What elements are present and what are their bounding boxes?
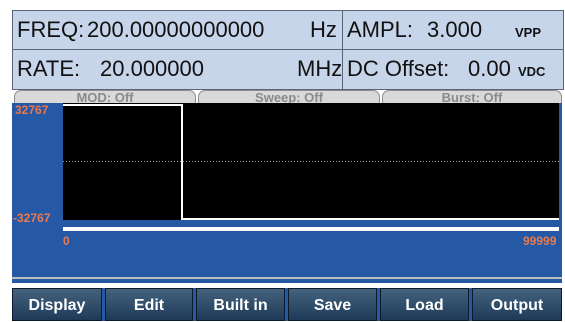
save-button[interactable]: Save xyxy=(288,288,377,321)
waveform-trace-svg xyxy=(63,104,559,220)
waveform-display: 32767 -32767 0 99999 xyxy=(12,103,562,283)
square-wave-trace xyxy=(63,104,559,220)
ampl-unit: VPP xyxy=(515,25,542,40)
softkey-bar: Display Edit Built in Save Load Output xyxy=(12,288,562,321)
x-axis-bar xyxy=(63,227,559,231)
rate-value[interactable]: 20.000000 xyxy=(100,50,204,88)
dc-offset-label: DC Offset: xyxy=(347,56,450,81)
freq-label: FREQ: xyxy=(17,17,85,42)
x-axis-max-label: 99999 xyxy=(523,234,557,248)
y-axis-min-label: -32767 xyxy=(13,211,51,225)
rate-label: RATE: xyxy=(17,56,81,81)
ampl-label: AMPL: xyxy=(347,17,414,42)
load-button[interactable]: Load xyxy=(380,288,469,321)
parameter-readout: FREQ: 200.00000000000 Hz AMPL: 3.000 VPP… xyxy=(12,10,564,90)
built-in-button[interactable]: Built in xyxy=(196,288,285,321)
readout-row-frequency: FREQ: 200.00000000000 Hz AMPL: 3.000 VPP xyxy=(13,11,563,49)
waveform-plot xyxy=(63,103,559,220)
x-axis-min-label: 0 xyxy=(63,234,70,248)
readout-row-rate: RATE: 20.000000 MHz DC Offset: 0.00 VDC xyxy=(13,50,563,88)
ampl-value[interactable]: 3.000 xyxy=(427,11,482,49)
mode-tabs: MOD: Off Sweep: Off Burst: Off xyxy=(12,90,562,105)
output-button[interactable]: Output xyxy=(472,288,562,321)
waveform-editor-screen: FREQ: 200.00000000000 Hz AMPL: 3.000 VPP… xyxy=(0,0,565,321)
freq-unit: Hz xyxy=(310,17,337,42)
readout-divider-vertical xyxy=(342,11,343,89)
dc-offset-value[interactable]: 0.00 xyxy=(468,50,511,88)
rate-unit: MHz xyxy=(297,56,343,81)
freq-value[interactable]: 200.00000000000 xyxy=(87,11,264,49)
display-button[interactable]: Display xyxy=(12,288,102,321)
y-axis-max-label: 32767 xyxy=(15,103,49,117)
dc-offset-unit: VDC xyxy=(518,64,546,79)
waveform-bottom-divider xyxy=(12,277,562,279)
edit-button[interactable]: Edit xyxy=(105,288,193,321)
